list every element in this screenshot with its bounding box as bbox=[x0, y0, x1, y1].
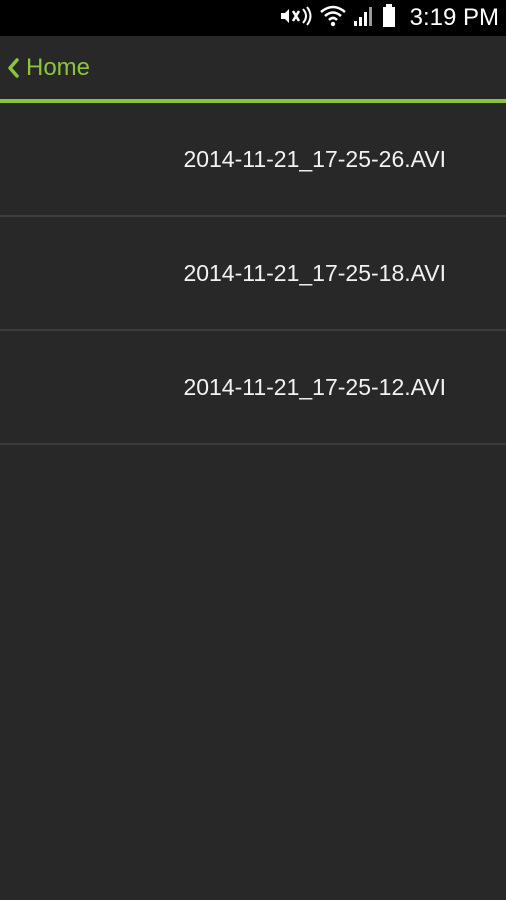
mute-icon bbox=[279, 5, 313, 32]
back-home-button[interactable]: Home bbox=[0, 36, 100, 99]
battery-icon bbox=[382, 3, 396, 33]
signal-icon bbox=[353, 5, 375, 32]
status-time: 3:19 PM bbox=[409, 4, 499, 31]
list-item[interactable]: 2014-11-21_17-25-26.AVI bbox=[0, 103, 506, 217]
chevron-left-icon bbox=[6, 57, 20, 79]
screen: 3:19 PM Home 2014-11-21_17-25-26.AVI 201… bbox=[0, 0, 506, 900]
list-item[interactable]: 2014-11-21_17-25-12.AVI bbox=[0, 331, 506, 445]
action-bar: Home bbox=[0, 36, 506, 99]
file-list: 2014-11-21_17-25-26.AVI 2014-11-21_17-25… bbox=[0, 103, 506, 445]
file-name: 2014-11-21_17-25-12.AVI bbox=[183, 373, 446, 400]
wifi-icon bbox=[320, 5, 346, 32]
status-icons bbox=[279, 3, 396, 33]
file-name: 2014-11-21_17-25-18.AVI bbox=[183, 259, 446, 286]
status-bar: 3:19 PM bbox=[0, 0, 506, 36]
list-item[interactable]: 2014-11-21_17-25-18.AVI bbox=[0, 217, 506, 331]
back-label: Home bbox=[26, 53, 91, 81]
file-name: 2014-11-21_17-25-26.AVI bbox=[183, 145, 446, 172]
